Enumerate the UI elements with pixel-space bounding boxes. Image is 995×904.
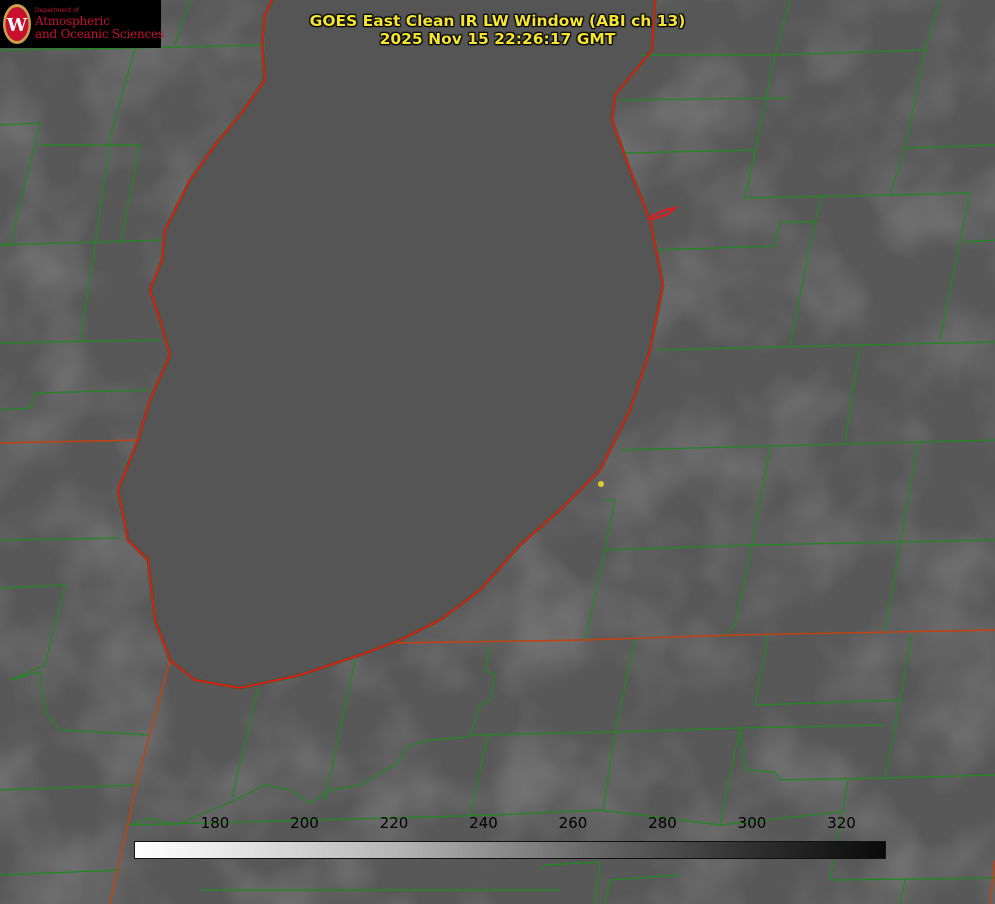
colorbar: [134, 841, 886, 859]
colorbar-tick-label: 220: [379, 814, 409, 832]
site-marker: [598, 481, 604, 487]
colorbar-tick-label: 180: [200, 814, 230, 832]
image-timestamp: 2025 Nov 15 22:26:17 GMT: [379, 30, 616, 48]
colorbar-tick-label: 320: [827, 814, 856, 832]
colorbar-tick-label: 280: [648, 814, 677, 832]
ir-satellite-map: [0, 0, 995, 904]
colorbar-tick-labels: 180 200 220 240 260 280 300 320: [0, 814, 995, 836]
colorbar-tick-label: 200: [290, 814, 319, 832]
colorbar-tick-label: 260: [558, 814, 588, 832]
colorbar-tick-label: 240: [469, 814, 498, 832]
image-title: GOES East Clean IR LW Window (ABI ch 13): [309, 12, 686, 30]
colorbar-tick-label: 300: [737, 814, 767, 832]
satellite-image-viewer: W Department of Atmospheric and Oceanic …: [0, 0, 995, 904]
